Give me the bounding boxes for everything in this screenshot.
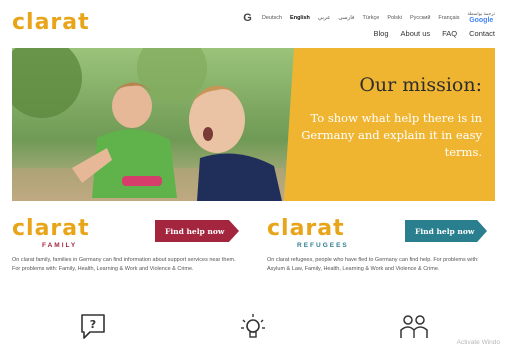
google-brand-label: Google: [469, 16, 494, 24]
people-icon: [400, 315, 428, 338]
lightbulb-icon: [241, 314, 265, 338]
lang-turkish[interactable]: Türkçe: [363, 15, 380, 21]
nav-contact[interactable]: Contact: [469, 29, 495, 38]
google-translate-icon[interactable]: G: [243, 12, 252, 24]
hero-body: To show what help there is in Germany an…: [301, 111, 482, 159]
lang-farsi[interactable]: فارسی: [338, 15, 354, 21]
google-translate-attribution[interactable]: ترجمة بواسطة Google: [468, 11, 495, 25]
hero-text: Our mission: To show what help there is …: [280, 48, 495, 201]
lang-english[interactable]: English: [290, 15, 310, 21]
lang-deutsch[interactable]: Deutsch: [262, 15, 282, 21]
lang-russian[interactable]: Русский: [410, 15, 430, 21]
language-bar: G Deutsch English عربي فارسی Türkçe Pols…: [243, 11, 495, 25]
question-bubble-icon: ?: [81, 314, 105, 339]
hero-banner: Our mission: To show what help there is …: [12, 48, 495, 201]
nav-about-us[interactable]: About us: [401, 29, 431, 38]
hero-title: Our mission:: [359, 74, 482, 96]
refugees-label: REFUGEES: [297, 242, 349, 249]
nav-faq[interactable]: FAQ: [442, 29, 457, 38]
lang-arabic[interactable]: عربي: [318, 15, 330, 21]
nav-blog[interactable]: Blog: [374, 29, 389, 38]
family-label: FAMILY: [42, 242, 78, 249]
family-description: On clarat family, families in Germany ca…: [12, 257, 236, 272]
clarat-logo[interactable]: clarat: [12, 12, 90, 34]
refugees-find-help-button[interactable]: Find help now: [405, 220, 487, 242]
svg-text:?: ?: [90, 318, 96, 331]
lang-french[interactable]: Français: [438, 15, 459, 21]
windows-activation-watermark: Activate Windo: [456, 339, 500, 346]
main-nav: Blog About us FAQ Contact: [374, 29, 496, 38]
lang-polish[interactable]: Polski: [387, 15, 402, 21]
family-find-help-button[interactable]: Find help now: [155, 220, 239, 242]
refugees-description: On clarat refugees, people who have fled…: [267, 257, 479, 272]
